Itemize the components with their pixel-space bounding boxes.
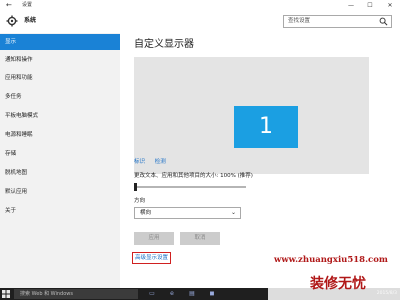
sidebar-item-multitasking[interactable]: 多任务: [0, 89, 120, 105]
orientation-select[interactable]: 横向 ⌄: [134, 207, 241, 219]
store-icon[interactable]: ◼: [208, 290, 216, 298]
orientation-value: 横向: [140, 210, 152, 216]
sidebar-item-power-sleep[interactable]: 电源和睡眠: [0, 127, 120, 143]
sidebar-item-storage[interactable]: 存储: [0, 146, 120, 162]
cancel-button[interactable]: 取消: [180, 232, 220, 245]
maximize-button[interactable]: ☐: [363, 0, 377, 11]
taskbar-search[interactable]: 搜索 Web 和 Windows: [14, 289, 138, 299]
window-title: 设置: [22, 2, 33, 8]
monitor-tile[interactable]: 1: [234, 106, 298, 148]
back-arrow-icon[interactable]: ←: [6, 0, 12, 11]
page-title: 系统: [24, 17, 37, 24]
explorer-icon[interactable]: ▤: [188, 290, 196, 298]
gear-icon: [6, 15, 18, 27]
search-input[interactable]: 查找设置: [283, 15, 392, 28]
identify-link[interactable]: 标识: [134, 159, 145, 165]
close-button[interactable]: ✕: [383, 0, 397, 11]
minimize-button[interactable]: —: [344, 0, 358, 11]
orientation-label: 方向: [134, 198, 146, 204]
title-bar: ← 设置 — ☐ ✕: [0, 0, 400, 11]
search-icon: [379, 17, 388, 26]
chevron-down-icon: ⌄: [230, 209, 236, 216]
task-view-icon[interactable]: ▭: [148, 290, 156, 298]
slider-track: [134, 186, 246, 188]
edge-icon[interactable]: e: [168, 290, 176, 298]
sidebar-item-default-apps[interactable]: 默认应用: [0, 184, 120, 200]
section-heading: 自定义显示器: [134, 39, 194, 50]
windows-start-icon[interactable]: [2, 290, 10, 298]
slider-thumb[interactable]: [134, 183, 137, 191]
main-content: 自定义显示器 1 标识 检测 更改文本、应用和其他项目的大小: 100% (推荐…: [120, 33, 400, 288]
scale-label: 更改文本、应用和其他项目的大小: 100% (推荐): [134, 173, 253, 179]
header: 系统 查找设置: [0, 11, 400, 33]
sidebar-item-offline-maps[interactable]: 脱机地图: [0, 165, 120, 181]
sidebar-item-apps[interactable]: 应用和功能: [0, 70, 120, 86]
watermark-name: 装修无忧: [310, 276, 366, 292]
sidebar-item-tablet-mode[interactable]: 平板电脑模式: [0, 108, 120, 124]
apply-button[interactable]: 应用: [134, 232, 174, 245]
sidebar-item-notifications[interactable]: 通知和操作: [0, 52, 120, 68]
detect-link[interactable]: 检测: [155, 159, 166, 165]
search-placeholder: 查找设置: [288, 18, 311, 24]
sidebar-item-display[interactable]: 显示: [0, 34, 120, 50]
scale-slider[interactable]: [134, 183, 246, 191]
advanced-display-settings-link[interactable]: 高级显示设置: [132, 252, 172, 264]
watermark: www.zhuangxiu518.com 装修无忧: [268, 253, 400, 300]
display-links: 标识 检测: [134, 157, 174, 165]
sidebar: 显示 通知和操作 应用和功能 多任务 平板电脑模式 电源和睡眠 存储 脱机地图 …: [0, 33, 120, 288]
watermark-url: www.zhuangxiu518.com: [274, 255, 388, 265]
sidebar-item-about[interactable]: 关于: [0, 203, 120, 219]
